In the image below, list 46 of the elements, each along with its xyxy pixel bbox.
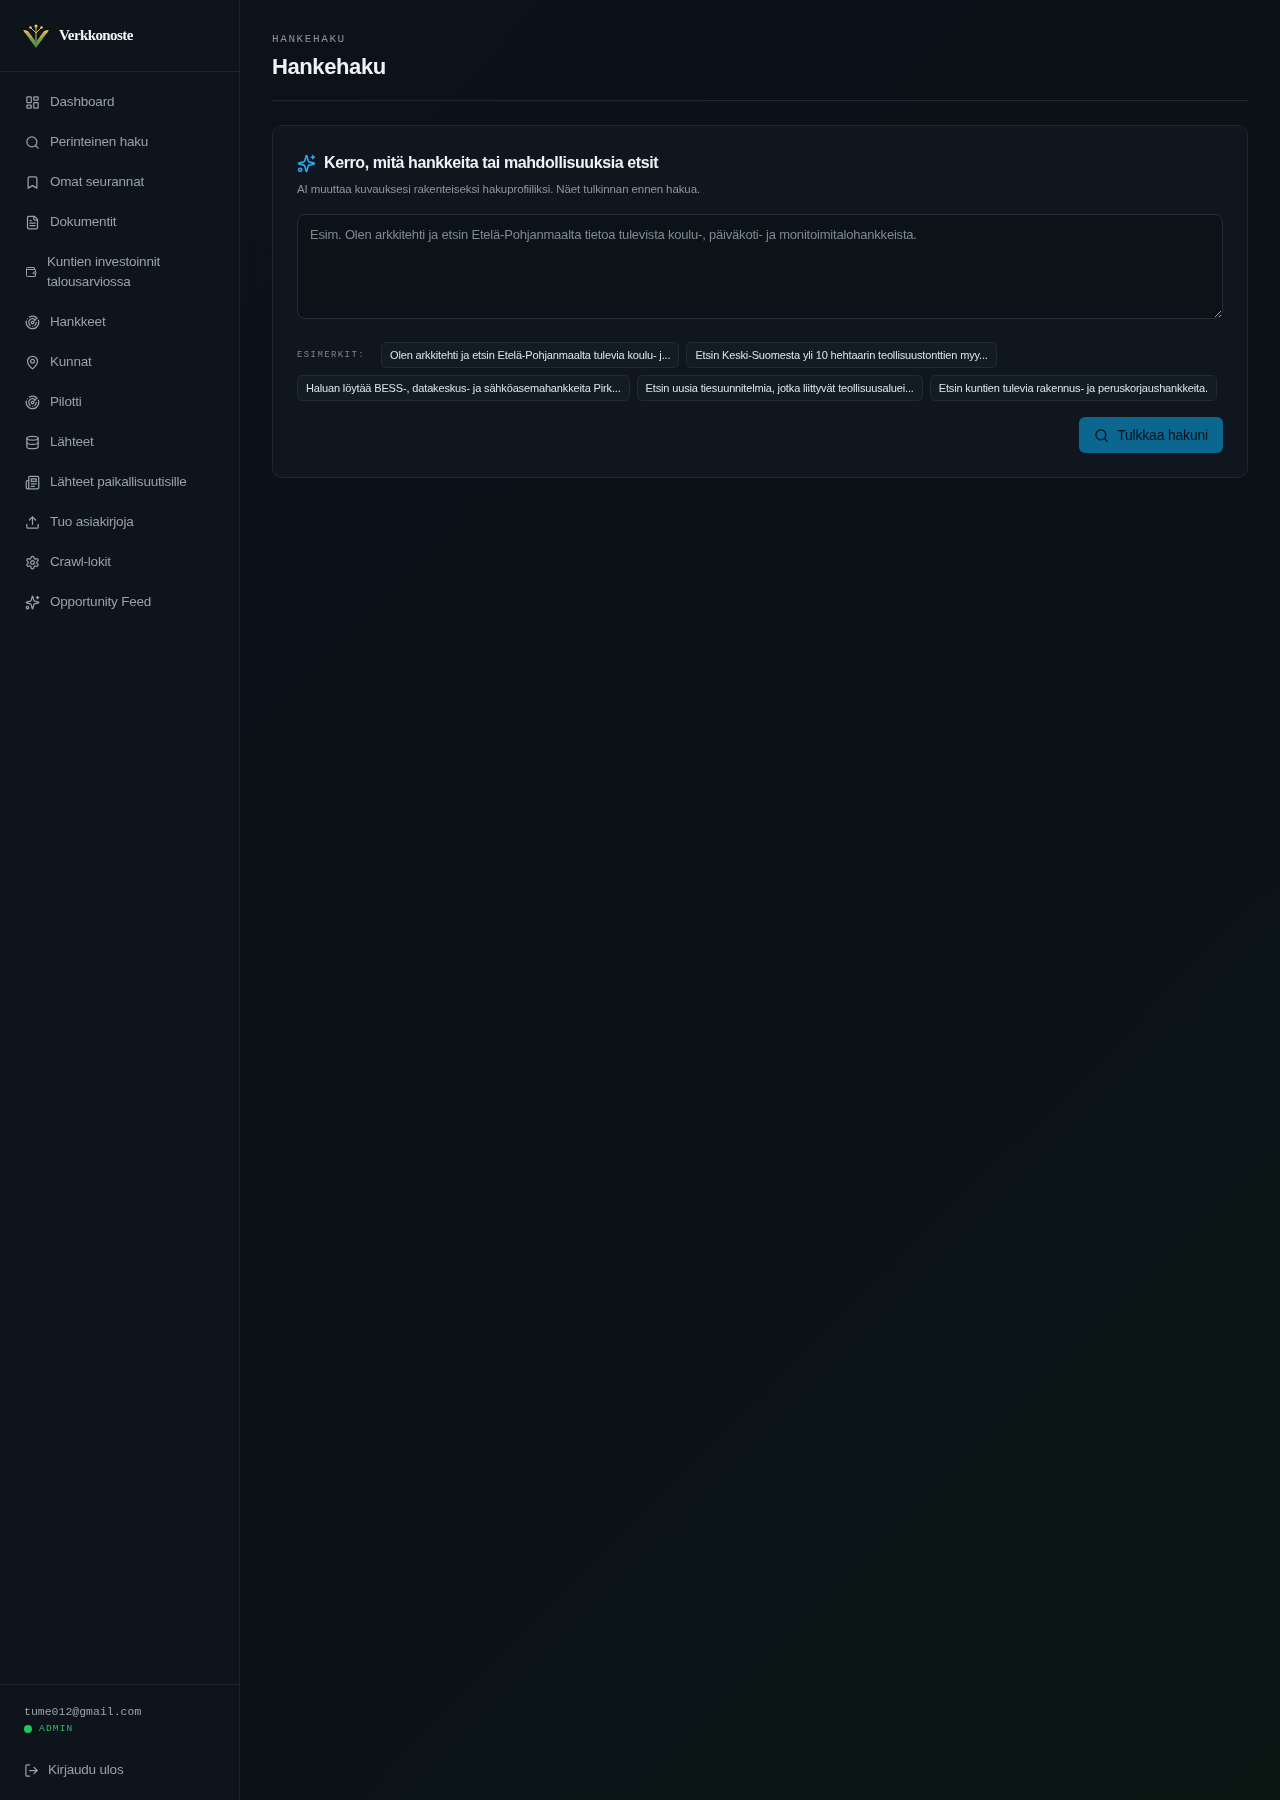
grid-icon — [25, 94, 40, 110]
wallet-icon — [25, 266, 37, 278]
nav-item[interactable]: Crawl-lokit — [12, 542, 227, 582]
bookmark-icon — [25, 174, 40, 190]
target-icon — [25, 394, 40, 410]
nav-item[interactable]: Kunnat — [12, 342, 227, 382]
nav-item[interactable]: Kuntien investoinnit talousarviossa — [12, 242, 227, 302]
newspaper-icon — [25, 474, 40, 490]
page-eyebrow: HANKEHAKU — [272, 32, 347, 46]
upload-icon — [25, 514, 40, 530]
nav-item[interactable]: Lähteet paikallisuutisille — [12, 462, 227, 502]
search-icon — [1094, 427, 1110, 443]
card-title: Kerro, mitä hankkeita tai mahdollisuuksia etsit — [324, 153, 659, 173]
description-field[interactable]: Esim. Olen arkkitehti ja etsin Etelä-Pohjanmaalta tietoa tulevista koulu-, päiväkoti- ja monitoimitalohankkeista. — [297, 214, 1223, 319]
nav-item[interactable]: Omat seurannat — [12, 162, 227, 202]
nav-item[interactable]: Dashboard — [12, 82, 227, 122]
sparkles-icon — [25, 594, 40, 610]
nav-item[interactable]: Tuo asiakirjoja — [12, 502, 227, 542]
nav-item[interactable]: Lähteet — [12, 422, 227, 462]
page-title: Hankehaku — [272, 53, 387, 81]
nav-item[interactable]: Hankkeet — [12, 302, 227, 342]
card-subtitle: AI muuttaa kuvauksesi rakenteiseksi hakuprofiiliksi. Näet tulkinnan ennen hakua. — [297, 182, 702, 197]
example-chip[interactable]: Etsin Keski-Suomesta yli 10 hehtaarin teollisuustonttien myy... — [686, 342, 997, 368]
nav-item[interactable]: Dokumentit — [12, 202, 227, 242]
gear-icon — [25, 554, 40, 570]
nav-item[interactable]: Opportunity Feed — [12, 582, 227, 622]
user-role: ADMIN — [39, 1722, 74, 1736]
status-dot-icon — [24, 1725, 32, 1733]
logo-icon — [22, 22, 50, 49]
nav-item[interactable]: Perinteinen haku — [12, 122, 227, 162]
example-chip[interactable]: Olen arkkitehti ja etsin Etelä-Pohjanmaalta tulevia koulu- j... — [381, 342, 680, 368]
examples-label: ESIMERKIT: — [297, 350, 365, 360]
search-icon — [25, 134, 40, 150]
nav-item[interactable]: Pilotti — [12, 382, 227, 422]
user-email: tume012@gmail.com — [24, 1704, 143, 1720]
map-pin-icon — [25, 354, 40, 370]
database-icon — [25, 434, 40, 450]
brand-name: Verkkonoste — [59, 27, 133, 44]
target-icon — [25, 314, 40, 330]
sparkles-icon — [297, 153, 316, 173]
document-icon — [25, 214, 40, 230]
example-chip[interactable]: Etsin kuntien tulevia rakennus- ja peruskorjaushankkeita. — [929, 375, 1217, 401]
example-chip[interactable]: Haluan löytää BESS-, datakeskus- ja sähköasemahankkeita Pirk... — [297, 375, 630, 401]
logout-button[interactable]: Kirjaudu ulos — [24, 1752, 124, 1788]
example-chip[interactable]: Etsin uusia tiesuunnitelmia, jotka liittyvät teollisuusaluei... — [636, 375, 923, 401]
logout-icon — [24, 1762, 39, 1778]
